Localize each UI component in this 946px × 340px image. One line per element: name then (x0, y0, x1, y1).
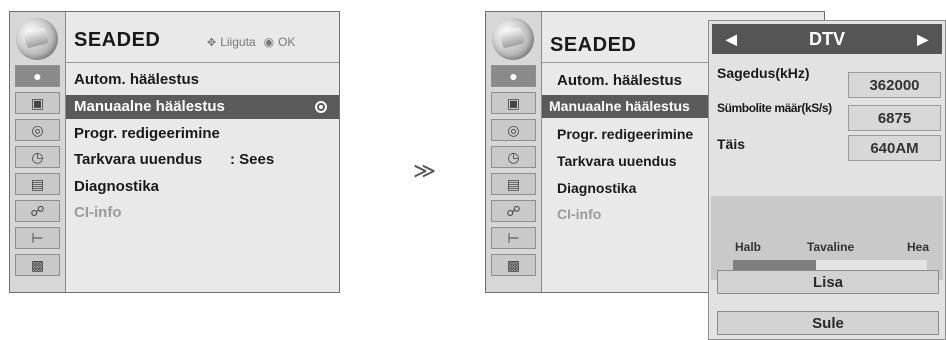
audio-icon[interactable]: ◎ (15, 119, 60, 141)
menu-item-auto-tuning[interactable]: Autom. häälestus (74, 71, 199, 88)
category-sidebar: ● ▣ ◎ ◷ ▤ ☍ ⊢ ▩ (486, 12, 542, 292)
move-arrows-icon: ✥ (207, 36, 217, 49)
close-button[interactable]: Sule (717, 311, 939, 335)
menu-item-label: Tarkvara uuendus (74, 151, 203, 168)
arrow-right-icon[interactable]: ▶ (917, 31, 928, 48)
navigation-hint: ✥ Liiguta ◉ OK (207, 35, 295, 49)
settings-menu-left: ● ▣ ◎ ◷ ▤ ☍ ⊢ ▩ SEADED ✥ Liiguta ◉ OK Au… (9, 11, 340, 293)
satellite-dish-icon (16, 18, 58, 60)
menu-item-software-update[interactable]: Tarkvara uuendus (557, 153, 677, 169)
menu-item-label: Manuaalne häälestus (549, 98, 690, 114)
menu-item-label: Progr. redigeerimine (557, 126, 694, 142)
arrow-left-icon[interactable]: ◀ (726, 31, 737, 48)
menu-item-software-update[interactable]: Tarkvara uuendus : Sees (74, 151, 274, 168)
menu-item-label: Autom. häälestus (557, 72, 683, 89)
transition-arrow: ≫ (413, 158, 437, 183)
menu-item-diagnostics[interactable]: Diagnostika (74, 178, 159, 195)
selected-radio-icon (315, 101, 327, 113)
usb-icon[interactable]: ▩ (491, 254, 536, 276)
category-sidebar: ● ▣ ◎ ◷ ▤ ☍ ⊢ ▩ (10, 12, 66, 292)
menu-item-label: CI-info (74, 204, 122, 221)
lock-icon[interactable]: ☍ (15, 200, 60, 222)
picture-icon[interactable]: ▣ (15, 92, 60, 114)
option-icon[interactable]: ▤ (491, 173, 536, 195)
menu-item-program-edit[interactable]: Progr. redigeerimine (74, 125, 220, 142)
signal-strength-panel: Halb Tavaline Hea (711, 196, 943, 280)
move-hint-label: Liiguta (220, 35, 256, 49)
menu-item-label: Diagnostika (74, 178, 160, 195)
menu-title: SEADED (550, 34, 637, 56)
title-divider (66, 62, 339, 63)
symbol-rate-label: Sümbolite määr(kS/s) (717, 101, 832, 115)
menu-item-label: Diagnostika (557, 180, 637, 196)
add-button[interactable]: Lisa (717, 270, 939, 294)
menu-item-label: Progr. redigeerimine (74, 125, 220, 142)
picture-icon[interactable]: ▣ (491, 92, 536, 114)
usb-icon[interactable]: ▩ (15, 254, 60, 276)
menu-item-ci-info: CI-info (74, 204, 121, 221)
audio-icon[interactable]: ◎ (491, 119, 536, 141)
option-icon[interactable]: ▤ (15, 173, 60, 195)
menu-item-program-edit[interactable]: Progr. redigeerimine (557, 126, 693, 142)
menu-title: SEADED (74, 29, 161, 51)
time-icon[interactable]: ◷ (491, 146, 536, 168)
ok-circle-icon: ◉ (263, 35, 275, 49)
mode-selector[interactable]: ◀ DTV ▶ (712, 24, 942, 54)
modulation-label: Täis (717, 136, 746, 152)
frequency-value[interactable]: 362000 (848, 72, 941, 98)
menu-item-manual-tuning[interactable]: Manuaalne häälestus (542, 95, 710, 118)
menu-item-label: CI-info (557, 206, 602, 222)
menu-item-auto-tuning[interactable]: Autom. häälestus (557, 72, 682, 89)
software-update-status: : Sees (230, 151, 275, 168)
satellite-dish-icon (492, 18, 534, 60)
menu-item-ci-info: CI-info (557, 206, 601, 222)
menu-item-manual-tuning[interactable]: Manuaalne häälestus (66, 95, 339, 119)
input-icon[interactable]: ⊢ (15, 227, 60, 249)
menu-item-label: Tarkvara uuendus (557, 153, 677, 169)
setup-icon[interactable]: ● (491, 65, 536, 87)
menu-item-label: Autom. häälestus (74, 71, 200, 88)
manual-tuning-popup: ◀ DTV ▶ Sagedus(kHz) 362000 Sümbolite mä… (708, 20, 946, 340)
menu-item-label: Manuaalne häälestus (74, 98, 225, 115)
signal-low-label: Halb (735, 240, 762, 254)
signal-high-label: Hea (907, 240, 930, 254)
time-icon[interactable]: ◷ (15, 146, 60, 168)
setup-icon[interactable]: ● (15, 65, 60, 87)
lock-icon[interactable]: ☍ (491, 200, 536, 222)
frequency-label: Sagedus(kHz) (717, 65, 810, 81)
menu-item-diagnostics[interactable]: Diagnostika (557, 180, 636, 196)
modulation-value[interactable]: 640AM (848, 135, 941, 161)
mode-label: DTV (809, 28, 845, 49)
ok-hint-label: OK (278, 35, 296, 49)
symbol-rate-value[interactable]: 6875 (848, 105, 941, 131)
input-icon[interactable]: ⊢ (491, 227, 536, 249)
signal-mid-label: Tavaline (807, 240, 855, 254)
